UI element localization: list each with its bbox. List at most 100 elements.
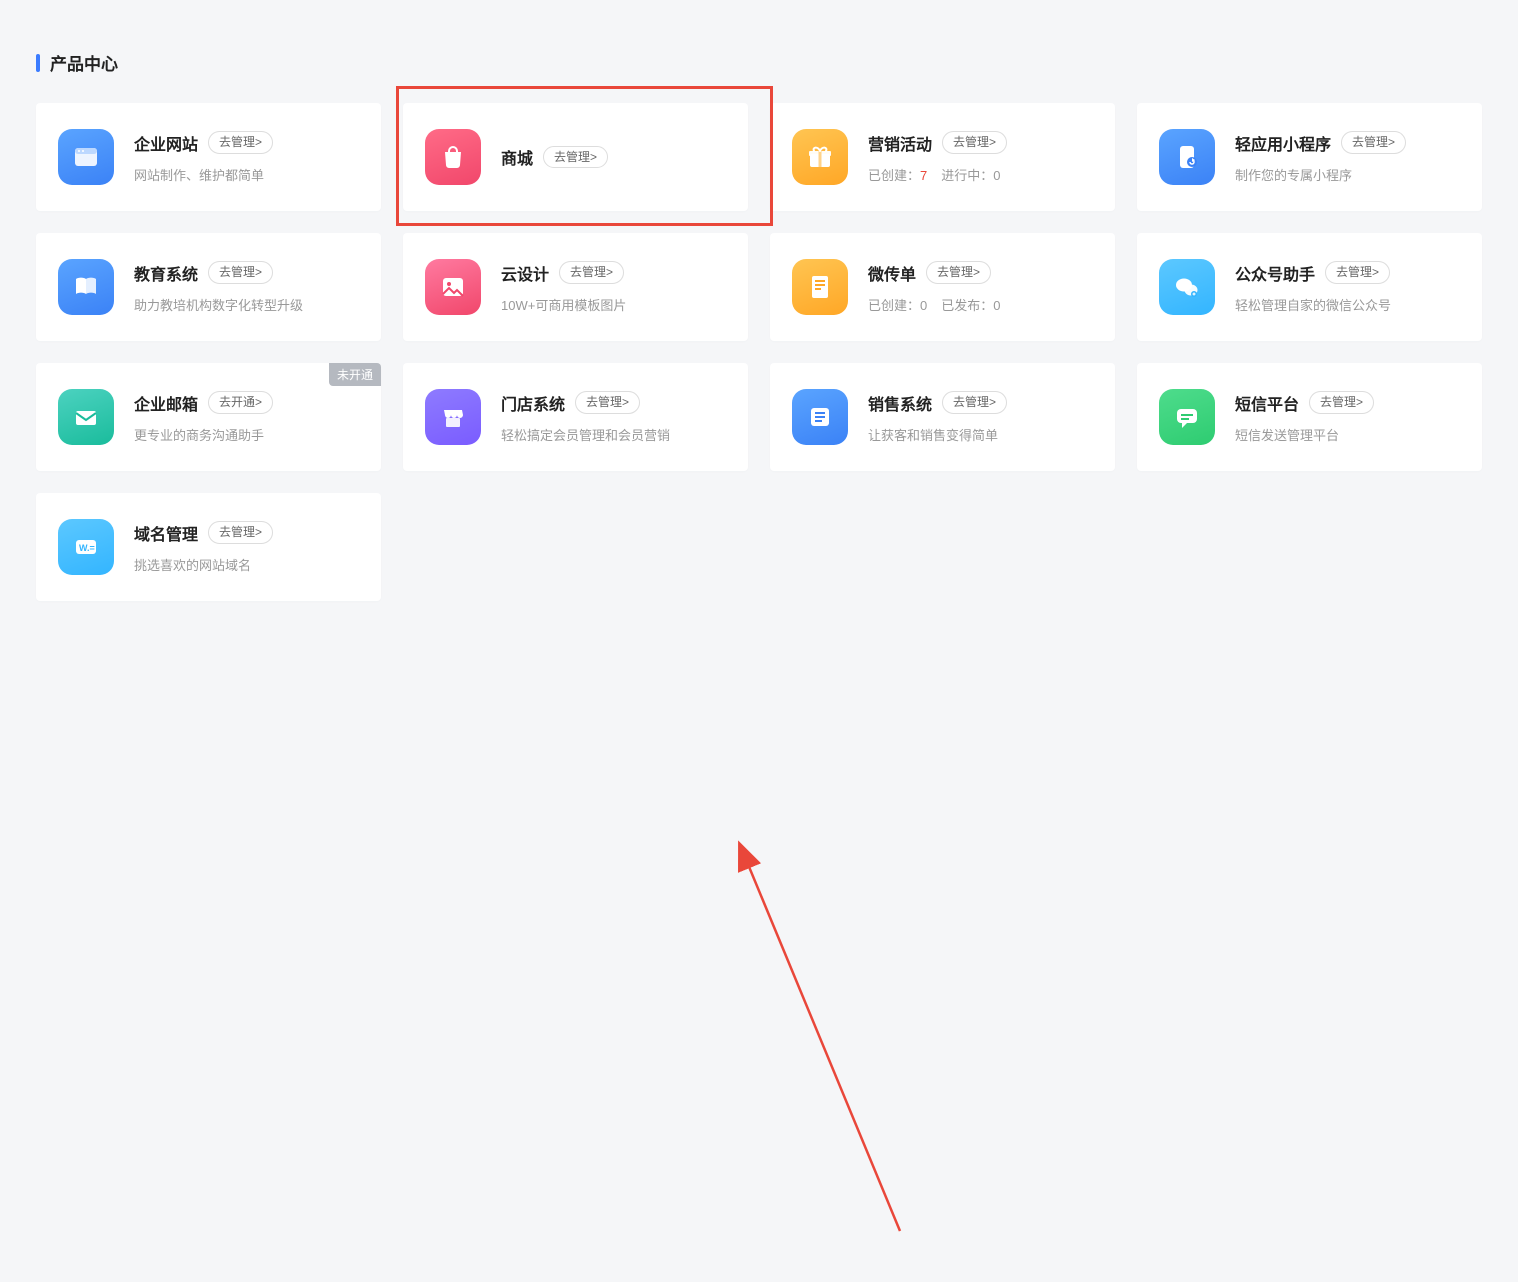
product-card-wechat[interactable]: 公众号助手去管理> 轻松管理自家的微信公众号	[1137, 233, 1482, 341]
card-title: 域名管理	[134, 521, 198, 545]
product-card-shop[interactable]: 商城去管理>	[403, 103, 748, 211]
manage-button[interactable]: 去开通>	[208, 391, 273, 414]
card-head: 教育系统去管理>	[134, 261, 359, 285]
manage-button[interactable]: 去管理>	[208, 521, 273, 544]
bag-icon	[425, 129, 481, 185]
card-body: 轻应用小程序去管理> 制作您的专属小程序	[1235, 131, 1460, 184]
card-body: 短信平台去管理> 短信发送管理平台	[1235, 391, 1460, 444]
manage-button[interactable]: 去管理>	[942, 391, 1007, 414]
card-head: 微传单去管理>	[868, 261, 1093, 285]
product-card-sms[interactable]: 短信平台去管理> 短信发送管理平台	[1137, 363, 1482, 471]
card-stats: 已创建：7 进行中：0	[868, 165, 1093, 184]
card-title: 门店系统	[501, 391, 565, 415]
card-stats: 已创建：0 已发布： 0	[868, 295, 1093, 314]
card-head: 门店系统去管理>	[501, 391, 726, 415]
flyer-icon	[792, 259, 848, 315]
card-head: 企业网站去管理>	[134, 131, 359, 155]
card-subtitle: 挑选喜欢的网站域名	[134, 555, 359, 574]
manage-button[interactable]: 去管理>	[926, 261, 991, 284]
card-body: 域名管理去管理> 挑选喜欢的网站域名	[134, 521, 359, 574]
card-head: 商城去管理>	[501, 145, 726, 169]
window-icon	[58, 129, 114, 185]
card-head: 企业邮箱去开通>	[134, 391, 359, 415]
stat-item: 已创建：7	[868, 165, 927, 184]
page: 产品中心 企业网站去管理>网站制作、维护都简单商城去管理>营销活动去管理>已创建…	[0, 0, 1518, 621]
product-card-mail[interactable]: 未开通企业邮箱去开通> 更专业的商务沟通助手	[36, 363, 381, 471]
manage-button[interactable]: 去管理>	[942, 131, 1007, 154]
book-icon	[58, 259, 114, 315]
card-head: 营销活动去管理>	[868, 131, 1093, 155]
manage-button[interactable]: 去管理>	[1325, 261, 1390, 284]
stat-label: 进行中：	[941, 168, 993, 183]
list-icon	[792, 389, 848, 445]
card-body: 门店系统去管理> 轻松搞定会员管理和会员营销	[501, 391, 726, 444]
product-card-store[interactable]: 门店系统去管理> 轻松搞定会员管理和会员营销	[403, 363, 748, 471]
card-subtitle: 更专业的商务沟通助手	[134, 425, 359, 444]
card-subtitle: 制作您的专属小程序	[1235, 165, 1460, 184]
badge-not-open: 未开通	[329, 363, 381, 386]
stat-label: 已发布：	[941, 298, 993, 313]
product-grid: 企业网站去管理>网站制作、维护都简单商城去管理>营销活动去管理>已创建：7进行中…	[36, 103, 1482, 601]
card-body: 企业邮箱去开通> 更专业的商务沟通助手	[134, 391, 359, 444]
card-title: 云设计	[501, 261, 549, 285]
gift-icon	[792, 129, 848, 185]
card-body: 教育系统去管理> 助力教培机构数字化转型升级	[134, 261, 359, 314]
card-body: 微传单去管理> 已创建：0 已发布： 0	[868, 261, 1093, 314]
card-body: 企业网站去管理> 网站制作、维护都简单	[134, 131, 359, 184]
shop-icon	[425, 389, 481, 445]
wechat-icon	[1159, 259, 1215, 315]
card-subtitle: 轻松搞定会员管理和会员营销	[501, 425, 726, 444]
card-title: 企业网站	[134, 131, 198, 155]
card-title: 销售系统	[868, 391, 932, 415]
card-body: 销售系统去管理> 让获客和销售变得简单	[868, 391, 1093, 444]
stat-item: 已创建：0	[868, 295, 927, 314]
manage-button[interactable]: 去管理>	[559, 261, 624, 284]
card-title: 微传单	[868, 261, 916, 285]
manage-button[interactable]: 去管理>	[543, 146, 608, 169]
product-card-domain[interactable]: W.= 域名管理去管理> 挑选喜欢的网站域名	[36, 493, 381, 601]
section-title: 产品中心	[50, 50, 118, 75]
product-card-marketing[interactable]: 营销活动去管理> 已创建：7 进行中：0	[770, 103, 1115, 211]
card-body: 公众号助手去管理> 轻松管理自家的微信公众号	[1235, 261, 1460, 314]
phone-refresh-icon	[1159, 129, 1215, 185]
manage-button[interactable]: 去管理>	[208, 261, 273, 284]
card-head: 云设计去管理>	[501, 261, 726, 285]
card-subtitle: 10W+可商用模板图片	[501, 295, 726, 314]
card-subtitle: 轻松管理自家的微信公众号	[1235, 295, 1460, 314]
svg-text:W.=: W.=	[79, 543, 95, 553]
manage-button[interactable]: 去管理>	[1341, 131, 1406, 154]
manage-button[interactable]: 去管理>	[575, 391, 640, 414]
card-title: 企业邮箱	[134, 391, 198, 415]
stat-value: 0	[920, 298, 927, 313]
stat-item: 进行中：0	[941, 165, 1000, 184]
card-head: 公众号助手去管理>	[1235, 261, 1460, 285]
mail-icon	[58, 389, 114, 445]
card-subtitle: 让获客和销售变得简单	[868, 425, 1093, 444]
product-card-design[interactable]: 云设计去管理> 10W+可商用模板图片	[403, 233, 748, 341]
card-head: 销售系统去管理>	[868, 391, 1093, 415]
card-subtitle: 网站制作、维护都简单	[134, 165, 359, 184]
product-card-edu[interactable]: 教育系统去管理> 助力教培机构数字化转型升级	[36, 233, 381, 341]
domain-icon: W.=	[58, 519, 114, 575]
card-title: 轻应用小程序	[1235, 131, 1331, 155]
product-card-sales[interactable]: 销售系统去管理> 让获客和销售变得简单	[770, 363, 1115, 471]
card-title: 短信平台	[1235, 391, 1299, 415]
stat-label: 已创建：	[868, 168, 920, 183]
stat-value: 0	[993, 168, 1000, 183]
card-title: 商城	[501, 145, 533, 169]
card-title: 公众号助手	[1235, 261, 1315, 285]
product-card-site[interactable]: 企业网站去管理> 网站制作、维护都简单	[36, 103, 381, 211]
card-subtitle: 助力教培机构数字化转型升级	[134, 295, 359, 314]
annotation-arrow	[0, 621, 1518, 1282]
manage-button[interactable]: 去管理>	[208, 131, 273, 154]
section-header: 产品中心	[36, 50, 1482, 75]
stat-label: 已创建：	[868, 298, 920, 313]
manage-button[interactable]: 去管理>	[1309, 391, 1374, 414]
card-subtitle: 短信发送管理平台	[1235, 425, 1460, 444]
card-body: 云设计去管理> 10W+可商用模板图片	[501, 261, 726, 314]
card-title: 营销活动	[868, 131, 932, 155]
title-accent-bar	[36, 54, 40, 72]
card-head: 域名管理去管理>	[134, 521, 359, 545]
product-card-flyer[interactable]: 微传单去管理> 已创建：0 已发布： 0	[770, 233, 1115, 341]
product-card-miniapp[interactable]: 轻应用小程序去管理> 制作您的专属小程序	[1137, 103, 1482, 211]
